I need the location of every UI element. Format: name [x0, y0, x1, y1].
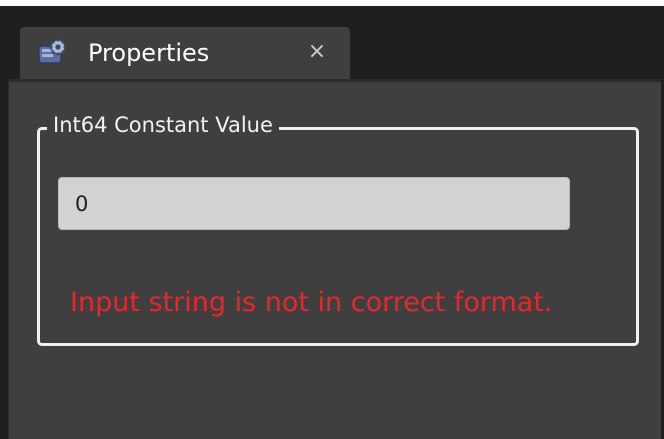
- tab-title: Properties: [88, 39, 210, 67]
- close-icon[interactable]: ×: [304, 39, 330, 65]
- properties-gear-icon: [36, 37, 68, 69]
- window-top-edge: [0, 0, 664, 6]
- properties-window: Properties × Int64 Constant Value Input …: [0, 0, 664, 439]
- validation-error-message: Input string is not in correct format.: [70, 287, 553, 318]
- properties-tab[interactable]: Properties ×: [20, 27, 350, 79]
- value-input[interactable]: [58, 177, 570, 230]
- int64-constant-value-group: Int64 Constant Value Input string is not…: [37, 110, 639, 346]
- group-title: Int64 Constant Value: [47, 110, 279, 140]
- properties-panel: Int64 Constant Value Input string is not…: [8, 79, 661, 439]
